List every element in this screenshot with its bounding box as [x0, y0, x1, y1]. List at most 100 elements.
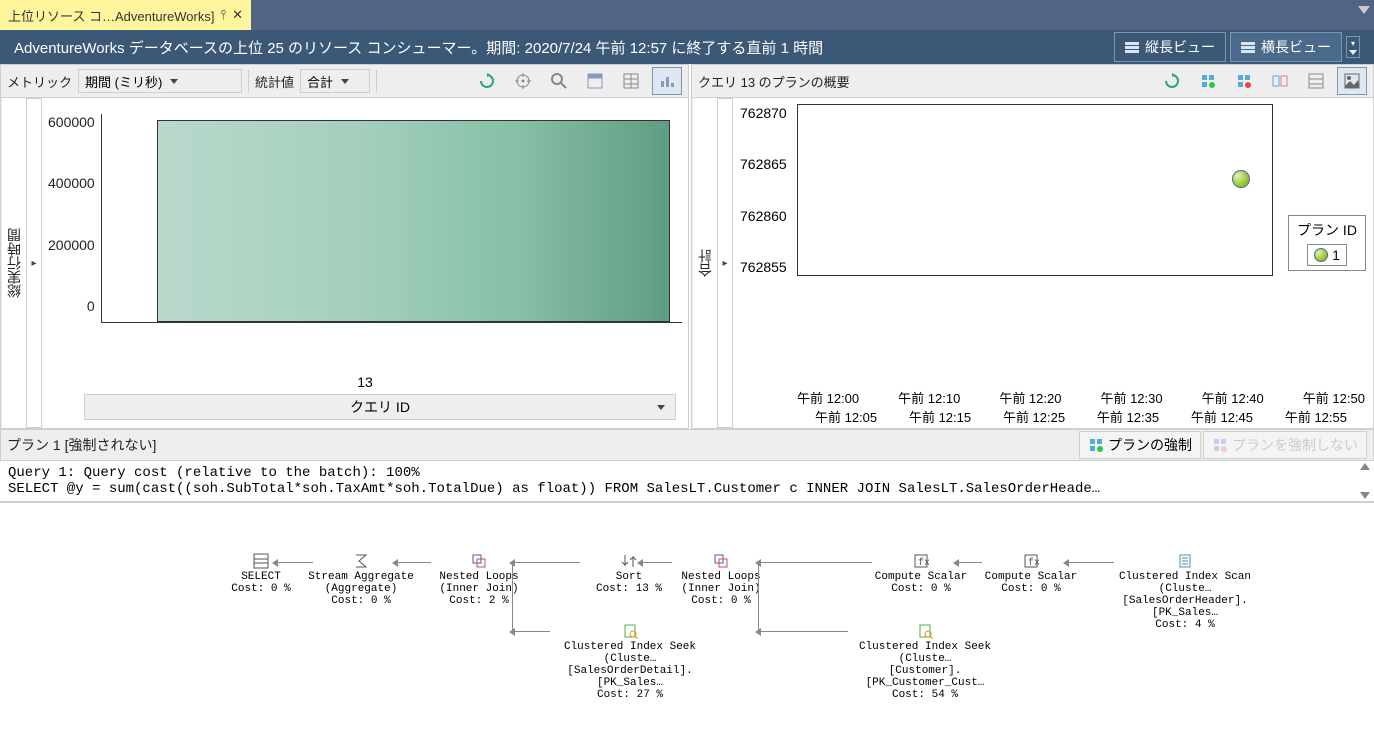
right-header: クエリ 13 のプランの概要	[698, 72, 850, 91]
pin-icon[interactable]: ⫯	[220, 7, 226, 23]
scatter-plot[interactable]: 762870 762865 762860 762855	[797, 104, 1273, 276]
svg-text:fx: fx	[918, 557, 929, 569]
tab-strip: 上位リソース コ…AdventureWorks] ⫯ ✕	[0, 0, 1374, 30]
force-plan-icon	[1088, 437, 1104, 453]
left-collapse-handle[interactable]: ▸	[26, 98, 42, 428]
nested-loops-icon	[713, 553, 729, 569]
arrow	[275, 562, 313, 563]
table-icon	[623, 73, 639, 89]
right-panel: クエリ 13 のプランの概要 合計 ▸ 762870 762865	[691, 64, 1374, 429]
refresh-button[interactable]	[472, 67, 502, 95]
plan-point-1[interactable]	[1232, 170, 1250, 188]
plan-bar: プラン 1 [強制されない] プランの強制 プランを強制しない	[0, 429, 1374, 461]
arrow	[512, 631, 550, 632]
legend-title: プラン ID	[1297, 220, 1357, 240]
arrow	[395, 562, 431, 563]
legend-swatch-icon	[1314, 248, 1328, 262]
unforce-plan-button[interactable]	[1229, 67, 1259, 95]
arrow-vert	[512, 562, 513, 632]
horizontal-view-button[interactable]: 横長ビュー	[1230, 32, 1342, 62]
svg-text:fx: fx	[1028, 557, 1039, 569]
arrow-vert	[758, 562, 759, 632]
view-dropdown[interactable]: ▾	[1346, 36, 1360, 58]
refresh-icon	[479, 73, 495, 89]
left-panel-toolbar: メトリック 期間 (ミリ秒) 統計値 合計	[1, 65, 688, 98]
grid-view-button[interactable]	[580, 67, 610, 95]
compare-icon	[1272, 73, 1288, 89]
close-icon[interactable]: ✕	[232, 7, 243, 23]
select-icon	[253, 553, 269, 569]
arrow	[640, 562, 672, 563]
vertical-view-icon	[1125, 42, 1139, 53]
table-view-button[interactable]	[1301, 67, 1331, 95]
chart-icon	[659, 73, 675, 89]
scroll-up-icon[interactable]	[1360, 463, 1370, 470]
sort-icon	[621, 553, 637, 569]
sigma-icon	[353, 553, 369, 569]
right-collapse-handle[interactable]: ▸	[717, 98, 733, 428]
plan-legend: プラン ID 1	[1288, 215, 1366, 271]
scatter-y-axis: 762870 762865 762860 762855	[740, 105, 787, 275]
hidden-tabs-dropdown[interactable]	[1358, 6, 1370, 14]
arrow	[956, 562, 982, 563]
tab-title: 上位リソース コ…AdventureWorks]	[8, 6, 214, 25]
metric-combo[interactable]: 期間 (ミリ秒)	[78, 69, 242, 93]
right-panel-toolbar: クエリ 13 のプランの概要	[692, 65, 1373, 98]
bar-query-13[interactable]	[157, 120, 670, 322]
magnifier-icon	[551, 73, 567, 89]
page-title: AdventureWorks データベースの上位 25 のリソース コンシューマ…	[14, 37, 823, 58]
table-view-button[interactable]	[616, 67, 646, 95]
vertical-view-button[interactable]: 縦長ビュー	[1114, 32, 1226, 62]
index-scan-icon	[1177, 553, 1193, 569]
bar-x-label: 13	[48, 372, 682, 390]
arrow	[512, 562, 580, 563]
metric-label: メトリック	[7, 72, 72, 91]
op-clustered-index-seek-2[interactable]: Clustered Index Seek (Cluste…[Customer].…	[835, 623, 1015, 701]
table-icon	[1308, 73, 1324, 89]
legend-item-1[interactable]: 1	[1307, 244, 1347, 266]
execution-plan[interactable]: SELECTCost: 0 % Stream Aggregate(Aggrega…	[0, 503, 1374, 723]
op-clustered-index-scan[interactable]: Clustered Index Scan (Cluste…[SalesOrder…	[1095, 553, 1275, 631]
document-tab[interactable]: 上位リソース コ…AdventureWorks] ⫯ ✕	[0, 0, 251, 30]
index-seek-icon	[917, 623, 933, 639]
op-compute-scalar-2[interactable]: fx Compute ScalarCost: 0 %	[970, 553, 1092, 595]
chart-view-button[interactable]	[1337, 67, 1367, 95]
bar-chart-plot[interactable]	[101, 114, 682, 323]
zoom-button[interactable]	[544, 67, 574, 95]
force-plan-button[interactable]: プランの強制	[1079, 431, 1201, 459]
compare-button[interactable]	[1265, 67, 1295, 95]
compute-scalar-icon: fx	[1023, 553, 1039, 569]
grid-icon	[587, 73, 603, 89]
unforce-plan-icon	[1236, 73, 1252, 89]
refresh-button[interactable]	[1157, 67, 1187, 95]
stat-combo[interactable]: 合計	[300, 69, 370, 93]
stat-label: 統計値	[255, 72, 294, 91]
plan-title: プラン 1 [強制されない]	[7, 435, 156, 455]
target-button[interactable]	[508, 67, 538, 95]
force-plan-icon	[1200, 73, 1216, 89]
scroll-down-icon[interactable]	[1360, 492, 1370, 499]
arrow	[758, 562, 872, 563]
left-panel: メトリック 期間 (ミリ秒) 統計値 合計 総実行時間 ▸	[0, 64, 689, 429]
arrow	[1066, 562, 1114, 563]
title-bar: AdventureWorks データベースの上位 25 のリソース コンシューマ…	[0, 30, 1374, 64]
y-axis-label: 総実行時間	[1, 98, 26, 428]
nested-loops-icon	[471, 553, 487, 569]
op-compute-scalar-1[interactable]: fx Compute ScalarCost: 0 %	[860, 553, 982, 595]
op-clustered-index-seek-1[interactable]: Clustered Index Seek (Cluste…[SalesOrder…	[540, 623, 720, 701]
arrow	[758, 631, 848, 632]
right-y-axis-label: 合計	[692, 98, 717, 428]
refresh-icon	[1164, 73, 1180, 89]
sql-text: Query 1: Query cost (relative to the bat…	[0, 461, 1374, 503]
horizontal-view-icon	[1241, 42, 1255, 53]
compute-scalar-icon: fx	[913, 553, 929, 569]
index-seek-icon	[622, 623, 638, 639]
target-icon	[515, 73, 531, 89]
unforce-plan-button: プランを強制しない	[1203, 431, 1367, 459]
scatter-x-axis: 午前 12:00 午前 12:10 午前 12:20 午前 12:30 午前 1…	[797, 388, 1365, 428]
picture-icon	[1344, 73, 1360, 89]
chart-view-button[interactable]	[652, 67, 682, 95]
query-id-combo[interactable]: クエリ ID	[84, 394, 676, 420]
unforce-plan-icon	[1212, 437, 1228, 453]
force-plan-button[interactable]	[1193, 67, 1223, 95]
